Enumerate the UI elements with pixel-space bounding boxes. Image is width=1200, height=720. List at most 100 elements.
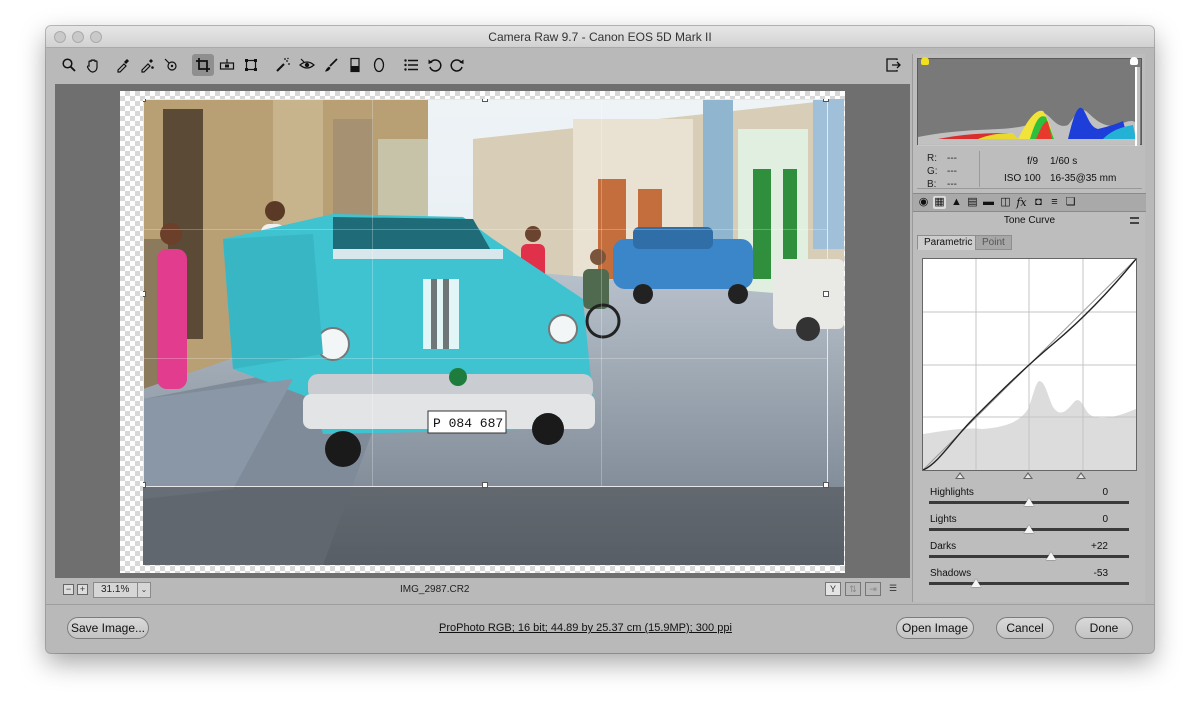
crop-handle-bottom[interactable] <box>482 482 488 488</box>
darks-slider-thumb[interactable] <box>1046 552 1056 560</box>
rotate-cw-icon <box>450 59 464 72</box>
tab-point[interactable]: Point <box>975 235 1012 250</box>
lens-corrections-tab-icon[interactable]: ◫ <box>999 196 1012 209</box>
eye-icon <box>299 58 315 69</box>
highlight-clipping-warning-icon[interactable] <box>1130 57 1138 65</box>
hsl-tab-icon[interactable]: ▤ <box>966 196 979 209</box>
panel-menu-icon[interactable] <box>1130 217 1139 224</box>
targeted-adjustment-icon <box>164 58 177 71</box>
fullscreen-toggle-button[interactable] <box>882 54 904 76</box>
rotate-left-tool[interactable] <box>424 54 446 76</box>
graduated-filter-tool[interactable] <box>344 54 366 76</box>
crop-outside-shade <box>143 487 844 565</box>
before-after-view-button[interactable]: Y <box>825 582 841 596</box>
transparency-canvas: P 084 687 <box>120 91 845 573</box>
crop-tool[interactable] <box>192 54 214 76</box>
list-icon <box>404 59 418 71</box>
done-button[interactable]: Done <box>1075 617 1133 639</box>
darks-value[interactable]: +22 <box>1091 541 1108 552</box>
zoom-out-button[interactable]: − <box>63 584 74 595</box>
rotate-right-tool[interactable] <box>446 54 468 76</box>
open-preferences-tool[interactable] <box>400 54 422 76</box>
hand-icon <box>86 59 98 73</box>
snapshots-tab-icon[interactable]: ❏ <box>1064 196 1077 209</box>
readout-divider <box>979 151 980 187</box>
cancel-button[interactable]: Cancel <box>996 617 1054 639</box>
zoom-tool[interactable] <box>58 54 80 76</box>
tone-curve-svg <box>922 258 1137 471</box>
crop-handle-top[interactable] <box>482 99 488 102</box>
fullscreen-icon <box>886 58 901 72</box>
shadows-split-marker[interactable] <box>955 472 965 479</box>
white-balance-tool[interactable] <box>112 54 134 76</box>
lights-split-marker[interactable] <box>1076 472 1086 479</box>
darks-slider-track[interactable] <box>929 555 1129 558</box>
red-eye-tool[interactable] <box>296 54 318 76</box>
crop-handle-bottom-right[interactable] <box>823 482 829 488</box>
b-value: --- <box>947 179 957 190</box>
crop-grid-line <box>144 229 827 230</box>
adjustment-panel: R: --- G: --- B: --- f/9 1/60 s ISO 100 … <box>912 54 1146 602</box>
detail-tab-icon[interactable]: ▲ <box>950 196 963 209</box>
shadows-slider-thumb[interactable] <box>971 579 981 587</box>
presets-tab-icon[interactable]: ≡ <box>1048 196 1061 209</box>
brush-icon <box>325 58 338 72</box>
adjustment-brush-tool[interactable] <box>320 54 342 76</box>
preview-preferences-icon[interactable]: ☰ <box>885 582 901 596</box>
bottom-bar: Save Image... ProPhoto RGB; 16 bit; 44.8… <box>46 604 1154 653</box>
iso-value: ISO 100 <box>1004 173 1041 184</box>
straighten-tool[interactable] <box>216 54 238 76</box>
image-preview-area[interactable]: P 084 687 <box>55 84 910 578</box>
zoom-level-select[interactable]: 31.1% ⌄ <box>93 582 151 598</box>
crop-rectangle[interactable] <box>143 99 829 488</box>
camera-calibration-tab-icon[interactable]: ◘ <box>1032 196 1045 209</box>
photo-preview[interactable]: P 084 687 <box>143 99 844 565</box>
darks-split-marker[interactable] <box>1023 472 1033 479</box>
spot-removal-icon <box>276 57 290 72</box>
crop-handle-top-left[interactable] <box>143 99 146 102</box>
shadows-label: Shadows <box>930 568 972 579</box>
save-image-button[interactable]: Save Image... <box>67 617 149 639</box>
spot-removal-tool[interactable] <box>272 54 294 76</box>
window-title: Camera Raw 9.7 - Canon EOS 5D Mark II <box>488 30 712 44</box>
rotate-ccw-icon <box>428 59 442 72</box>
lights-slider-thumb[interactable] <box>1024 525 1034 533</box>
darks-slider-row: Darks +22 <box>913 541 1146 567</box>
magnifier-icon <box>62 58 76 72</box>
histogram-graph <box>918 67 1140 146</box>
highlights-slider-row: Highlights 0 <box>913 487 1146 513</box>
highlights-label: Highlights <box>930 487 974 498</box>
tab-parametric[interactable]: Parametric <box>917 235 980 250</box>
zoom-in-button[interactable]: + <box>77 584 88 595</box>
shadows-slider-track[interactable] <box>929 582 1129 585</box>
g-value: --- <box>947 166 957 177</box>
highlights-value[interactable]: 0 <box>1102 487 1108 498</box>
preview-status-bar: − + 31.1% ⌄ IMG_2987.CR2 Y ⇅ ⇥ ☰ <box>55 579 910 601</box>
workflow-options-link[interactable]: ProPhoto RGB; 16 bit; 44.89 by 25.37 cm … <box>439 622 732 634</box>
basic-tab-icon[interactable]: ◉ <box>917 196 930 209</box>
transform-tool[interactable] <box>240 54 262 76</box>
highlights-slider-thumb[interactable] <box>1024 498 1034 506</box>
shadows-value[interactable]: -53 <box>1094 568 1108 579</box>
color-sampler-tool[interactable] <box>136 54 158 76</box>
crop-handle-top-right[interactable] <box>823 99 829 102</box>
swap-before-after-icon[interactable]: ⇅ <box>845 582 861 596</box>
crop-handle-bottom-left[interactable] <box>143 482 146 488</box>
rgb-readout: R: --- G: --- B: --- f/9 1/60 s ISO 100 … <box>917 147 1142 190</box>
radial-filter-tool[interactable] <box>368 54 390 76</box>
crop-grid-line <box>144 358 827 359</box>
copy-settings-icon[interactable]: ⇥ <box>865 582 881 596</box>
tone-curve-tab-icon[interactable]: ▦ <box>933 196 946 209</box>
shadow-clipping-warning-icon[interactable] <box>921 57 929 65</box>
hand-tool[interactable] <box>82 54 104 76</box>
shadows-slider-row: Shadows -53 <box>913 568 1146 594</box>
tone-curve-graph[interactable] <box>922 258 1137 471</box>
targeted-adjustment-tool[interactable] <box>160 54 182 76</box>
lights-value[interactable]: 0 <box>1102 514 1108 525</box>
effects-tab-icon[interactable]: fx <box>1015 196 1028 209</box>
crop-handle-left[interactable] <box>143 291 146 297</box>
split-toning-tab-icon[interactable]: ▬ <box>982 196 995 209</box>
section-title: Tone Curve <box>1003 215 1056 226</box>
crop-handle-right[interactable] <box>823 291 829 297</box>
open-image-button[interactable]: Open Image <box>896 617 974 639</box>
